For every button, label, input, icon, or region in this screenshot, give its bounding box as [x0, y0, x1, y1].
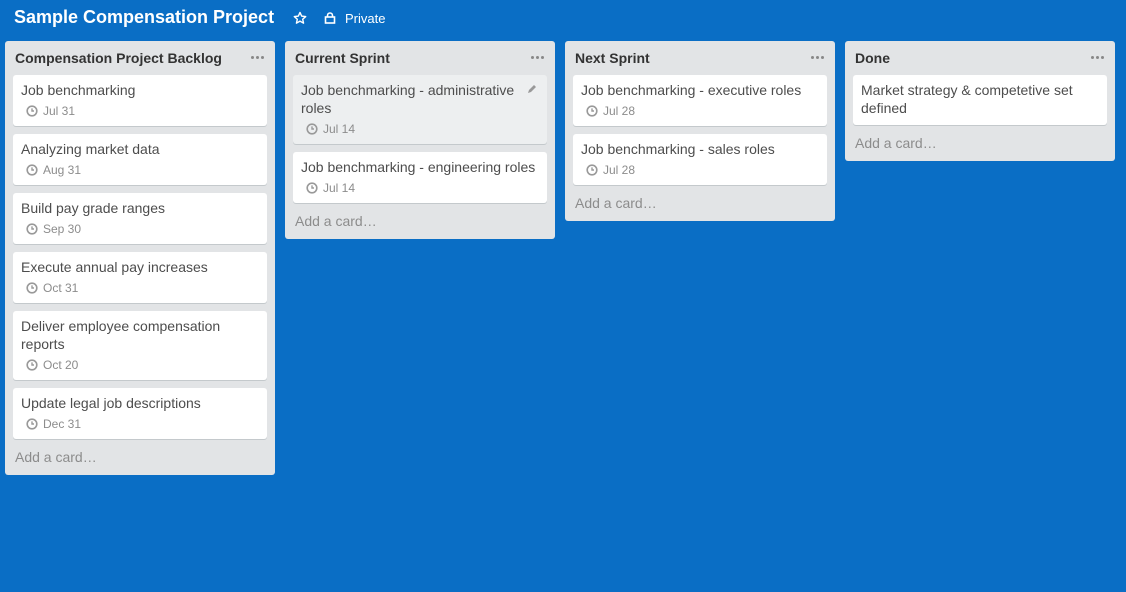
card-title: Deliver employee compensation reports	[21, 318, 221, 352]
list-title[interactable]: Current Sprint	[295, 50, 390, 66]
card[interactable]: Market strategy & competetive set define…	[853, 75, 1107, 125]
add-card-button[interactable]: Add a card…	[5, 447, 275, 475]
star-icon[interactable]	[290, 8, 310, 28]
visibility-button[interactable]: Private	[324, 8, 385, 28]
list-backlog: Compensation Project Backlog Job benchma…	[5, 41, 275, 475]
visibility-label: Private	[345, 10, 386, 26]
list-menu-icon[interactable]	[1087, 47, 1107, 67]
card[interactable]: Job benchmarking - engineering roles Jul…	[293, 152, 547, 203]
board-header: Sample Compensation Project Private	[0, 0, 1126, 38]
card-title: Execute annual pay increases	[21, 259, 208, 275]
due-date-badge: Sep 30	[21, 222, 259, 236]
due-date: Oct 20	[43, 358, 79, 372]
card[interactable]: Deliver employee compensation reports Oc…	[13, 311, 267, 380]
due-date-badge: Jul 14	[301, 181, 539, 195]
clock-icon	[586, 164, 598, 176]
clock-icon	[586, 105, 598, 117]
board-title[interactable]: Sample Compensation Project	[14, 7, 274, 28]
due-date-badge: Jul 28	[581, 163, 819, 177]
card-title: Job benchmarking - executive roles	[581, 82, 802, 98]
add-card-button[interactable]: Add a card…	[285, 211, 555, 239]
due-date-badge: Oct 31	[21, 281, 259, 295]
card[interactable]: Build pay grade ranges Sep 30	[13, 193, 267, 244]
clock-icon	[306, 182, 318, 194]
clock-icon	[26, 282, 38, 294]
due-date-badge: Aug 31	[21, 163, 259, 177]
list-menu-icon[interactable]	[527, 47, 547, 67]
list-current-sprint: Current Sprint Job benchmarking - admini…	[285, 41, 555, 239]
add-card-button[interactable]: Add a card…	[845, 133, 1115, 161]
card[interactable]: Update legal job descriptions Dec 31	[13, 388, 267, 439]
card-title: Update legal job descriptions	[21, 395, 201, 411]
due-date-badge: Oct 20	[21, 358, 259, 372]
list-title[interactable]: Compensation Project Backlog	[15, 50, 222, 66]
due-date: Oct 31	[43, 281, 79, 295]
card-title: Job benchmarking - engineering roles	[301, 159, 536, 175]
due-date-badge: Jul 31	[21, 104, 259, 118]
list-header: Done	[845, 41, 1115, 75]
due-date: Jul 14	[323, 122, 356, 136]
clock-icon	[26, 164, 38, 176]
list-header: Current Sprint	[285, 41, 555, 75]
card-title: Market strategy & competetive set define…	[861, 82, 1073, 116]
clock-icon	[26, 223, 38, 235]
clock-icon	[26, 418, 38, 430]
list-title[interactable]: Done	[855, 50, 890, 66]
card[interactable]: Analyzing market data Aug 31	[13, 134, 267, 185]
due-date-badge: Dec 31	[21, 417, 259, 431]
due-date: Jul 31	[43, 104, 76, 118]
edit-pencil-icon[interactable]	[526, 83, 538, 95]
clock-icon	[306, 123, 318, 135]
card[interactable]: Job benchmarking - sales roles Jul 28	[573, 134, 827, 185]
card-title: Analyzing market data	[21, 141, 160, 157]
list-menu-icon[interactable]	[247, 47, 267, 67]
due-date-badge: Jul 14	[301, 122, 539, 136]
list-header: Compensation Project Backlog	[5, 41, 275, 75]
due-date: Jul 14	[323, 181, 356, 195]
list-menu-icon[interactable]	[807, 47, 827, 67]
card[interactable]: Job benchmarking - administrative roles …	[293, 75, 547, 144]
card-title: Build pay grade ranges	[21, 200, 165, 216]
due-date: Jul 28	[603, 104, 636, 118]
due-date: Dec 31	[43, 417, 82, 431]
list-title[interactable]: Next Sprint	[575, 50, 650, 66]
lock-icon	[324, 12, 336, 24]
list-next-sprint: Next Sprint Job benchmarking - executive…	[565, 41, 835, 221]
list-header: Next Sprint	[565, 41, 835, 75]
due-date: Jul 28	[603, 163, 636, 177]
card-title: Job benchmarking - sales roles	[581, 141, 775, 157]
card-title: Job benchmarking - administrative roles	[301, 82, 515, 116]
add-card-button[interactable]: Add a card…	[565, 193, 835, 221]
card[interactable]: Job benchmarking Jul 31	[13, 75, 267, 126]
clock-icon	[26, 105, 38, 117]
due-date-badge: Jul 28	[581, 104, 819, 118]
due-date: Aug 31	[43, 163, 82, 177]
card[interactable]: Execute annual pay increases Oct 31	[13, 252, 267, 303]
card[interactable]: Job benchmarking - executive roles Jul 2…	[573, 75, 827, 126]
due-date: Sep 30	[43, 222, 82, 236]
card-title: Job benchmarking	[21, 82, 136, 98]
clock-icon	[26, 359, 38, 371]
list-done: Done Market strategy & competetive set d…	[845, 41, 1115, 161]
